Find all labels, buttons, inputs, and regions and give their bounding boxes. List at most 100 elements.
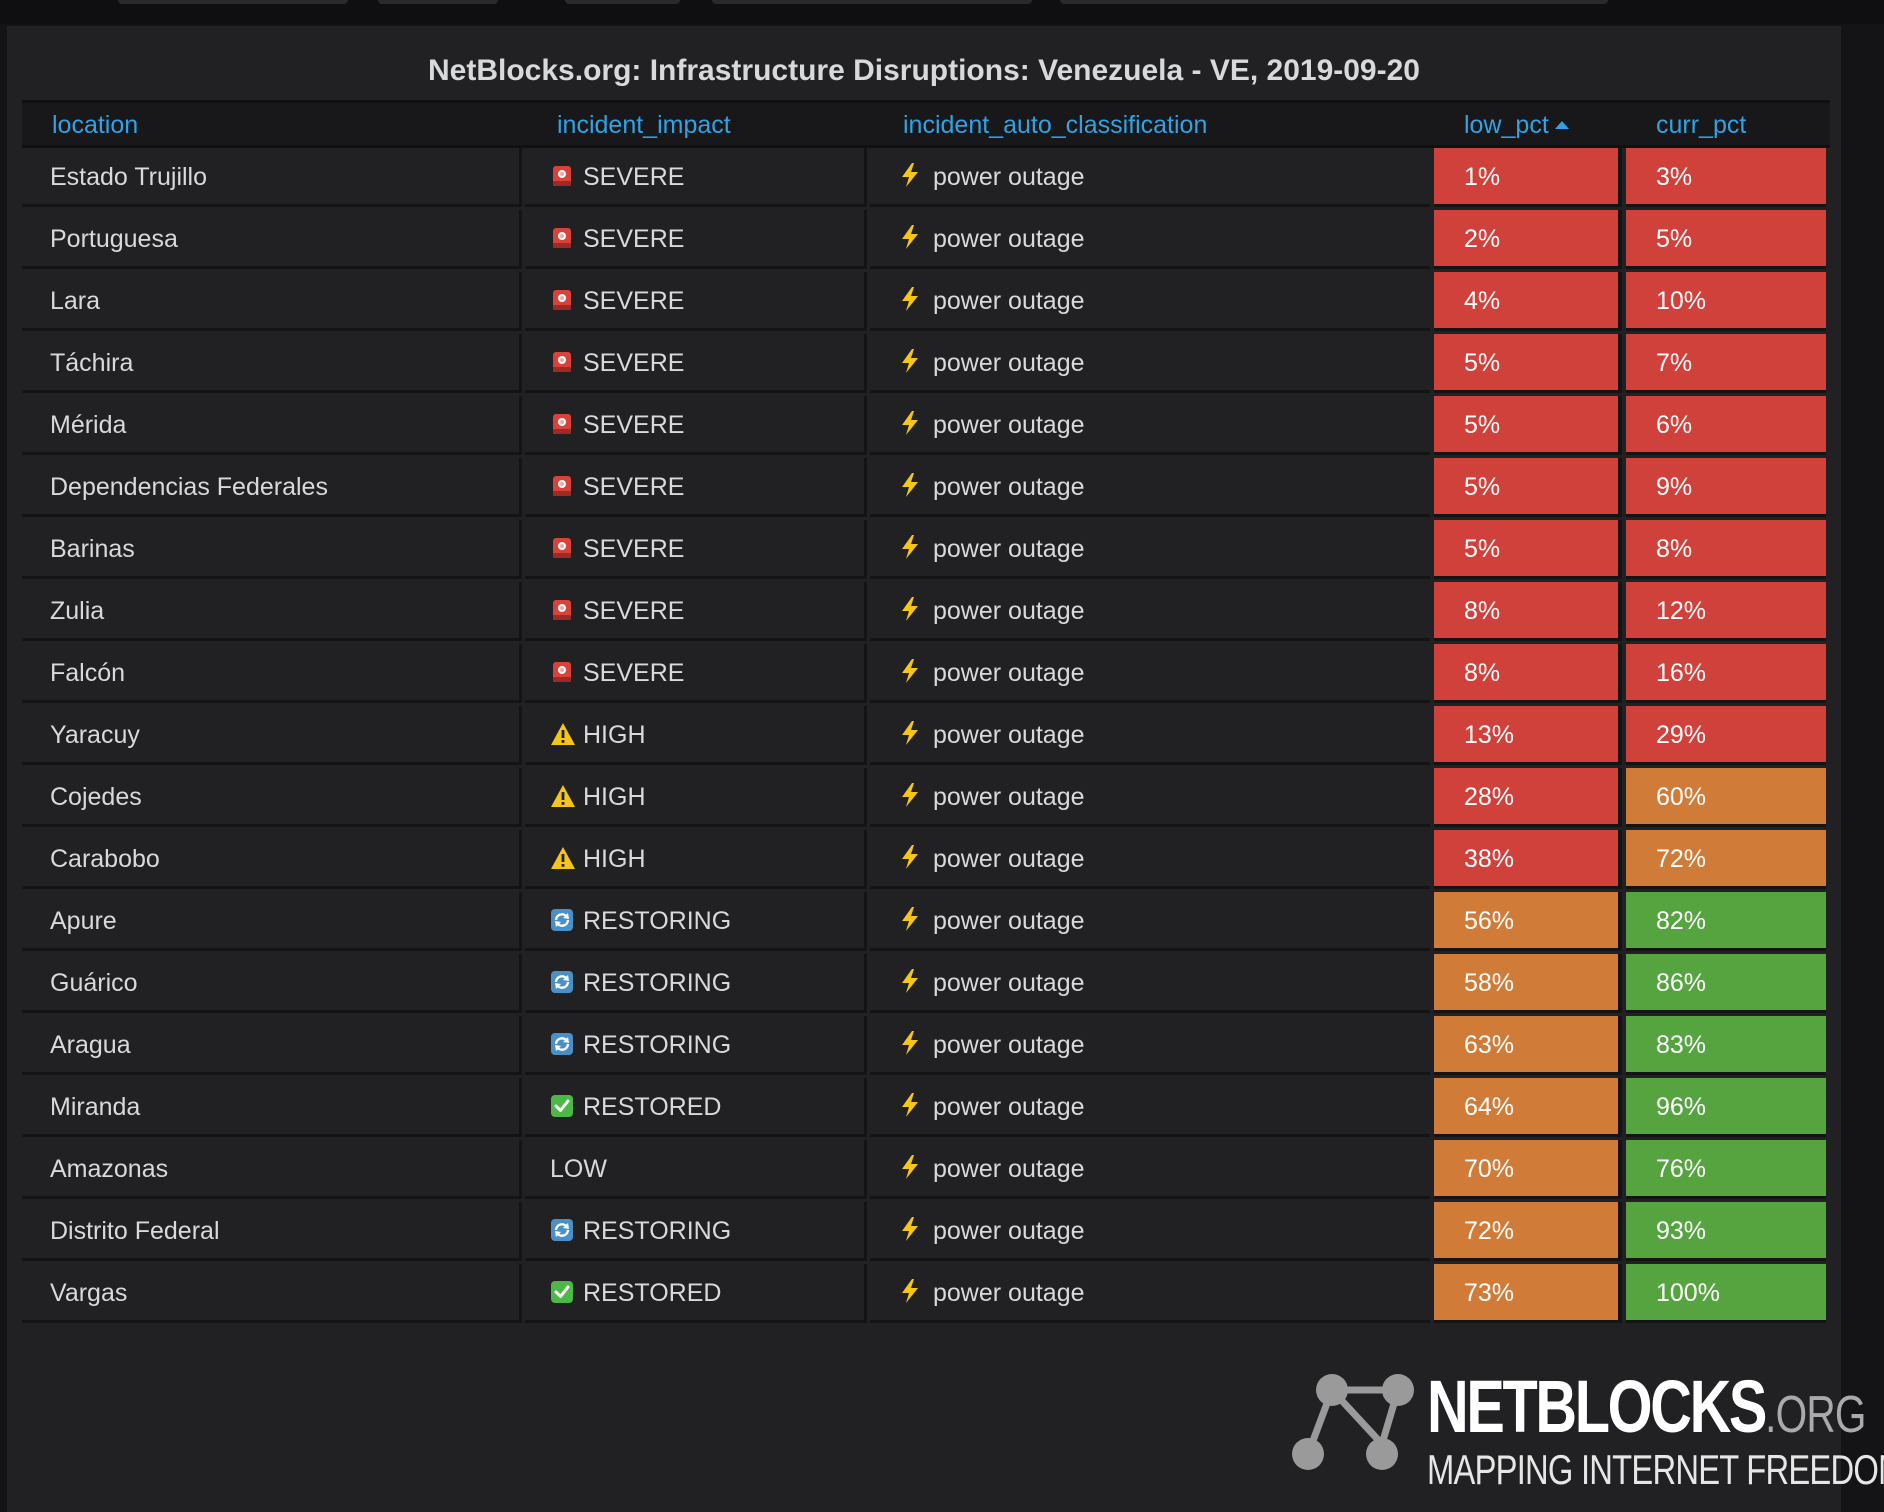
low-pct-value: 13% [1464, 721, 1515, 749]
curr-pct-cell: 5% [1626, 210, 1826, 269]
impact-cell: HIGH [525, 768, 867, 827]
impact-text: HIGH [583, 783, 646, 811]
location-text: Carabobo [50, 845, 160, 873]
classification-cell: power outage [870, 148, 1430, 207]
low-pct-value: 1% [1464, 163, 1501, 191]
location-text: Táchira [50, 349, 134, 377]
curr-pct-value: 72% [1656, 845, 1707, 873]
lightning-bolt-icon [900, 782, 924, 807]
location-text: Portuguesa [50, 225, 178, 253]
low-pct-value: 58% [1464, 969, 1515, 997]
curr-pct-cell: 82% [1626, 892, 1826, 951]
classification-text: power outage [933, 473, 1085, 501]
curr-pct-value: 86% [1656, 969, 1707, 997]
curr-pct-cell: 3% [1626, 148, 1826, 207]
classification-cell: power outage [870, 1140, 1430, 1199]
impact-text: SEVERE [583, 287, 685, 315]
classification-text: power outage [933, 783, 1085, 811]
refresh-icon [550, 1218, 574, 1242]
impact-cell: SEVERE [525, 272, 867, 331]
lightning-bolt-icon [900, 1154, 924, 1179]
classification-cell: power outage [870, 1078, 1430, 1137]
location-text: Falcón [50, 659, 126, 687]
classification-text: power outage [933, 1217, 1085, 1245]
location-cell: Miranda [22, 1078, 522, 1137]
top-tab[interactable] [565, 0, 680, 4]
siren-icon [550, 598, 574, 622]
siren-icon [550, 412, 574, 436]
warning-icon [550, 846, 575, 870]
lightning-bolt-icon [900, 658, 924, 683]
table-row: Vargas RESTORED power outage 73% 100% [22, 1264, 1830, 1326]
table-row: Zulia SEVERE power outage 8% 12% [22, 582, 1830, 644]
siren-icon [550, 660, 574, 684]
column-header-location[interactable]: location [52, 103, 138, 145]
column-header-curr-pct[interactable]: curr_pct [1656, 103, 1746, 145]
top-tab[interactable] [1060, 0, 1608, 4]
impact-cell: RESTORING [525, 954, 867, 1013]
location-cell: Dependencias Federales [22, 458, 522, 517]
lightning-bolt-icon [900, 534, 924, 559]
curr-pct-cell: 83% [1626, 1016, 1826, 1075]
top-tab[interactable] [712, 0, 1032, 4]
impact-text: RESTORING [583, 969, 732, 997]
classification-text: power outage [933, 1155, 1085, 1183]
location-text: Distrito Federal [50, 1217, 220, 1245]
location-cell: Distrito Federal [22, 1202, 522, 1261]
location-cell: Aragua [22, 1016, 522, 1075]
curr-pct-value: 5% [1656, 225, 1693, 253]
impact-text: RESTORING [583, 907, 732, 935]
location-text: Zulia [50, 597, 105, 625]
curr-pct-cell: 93% [1626, 1202, 1826, 1261]
curr-pct-cell: 96% [1626, 1078, 1826, 1137]
column-header-incident-impact[interactable]: incident_impact [557, 103, 731, 145]
lightning-bolt-icon [900, 844, 924, 869]
low-pct-value: 56% [1464, 907, 1515, 935]
location-cell: Zulia [22, 582, 522, 641]
impact-text: SEVERE [583, 535, 685, 563]
impact-text: SEVERE [583, 163, 685, 191]
location-cell: Vargas [22, 1264, 522, 1323]
curr-pct-value: 6% [1656, 411, 1693, 439]
impact-text: HIGH [583, 721, 646, 749]
location-cell: Guárico [22, 954, 522, 1013]
panel-title[interactable]: NetBlocks.org: Infrastructure Disruption… [7, 54, 1841, 88]
impact-cell: LOW [525, 1140, 867, 1199]
impact-text: SEVERE [583, 225, 685, 253]
curr-pct-value: 8% [1656, 535, 1693, 563]
classification-text: power outage [933, 287, 1085, 315]
curr-pct-value: 10% [1656, 287, 1707, 315]
location-cell: Táchira [22, 334, 522, 393]
table-row: Dependencias Federales SEVERE power outa… [22, 458, 1830, 520]
low-pct-value: 5% [1464, 473, 1501, 501]
refresh-icon [550, 1032, 574, 1056]
lightning-bolt-icon [900, 720, 924, 745]
curr-pct-cell: 10% [1626, 272, 1826, 331]
curr-pct-value: 83% [1656, 1031, 1707, 1059]
classification-cell: power outage [870, 706, 1430, 765]
location-text: Cojedes [50, 783, 142, 811]
lightning-bolt-icon [900, 906, 924, 931]
siren-icon [550, 350, 574, 374]
low-pct-cell: 5% [1434, 458, 1622, 517]
low-pct-value: 4% [1464, 287, 1501, 315]
table-row: Yaracuy HIGH power outage 13% 29% [22, 706, 1830, 768]
classification-text: power outage [933, 1031, 1085, 1059]
top-tab[interactable] [378, 0, 498, 4]
lightning-bolt-icon [900, 596, 924, 621]
column-header-low-pct[interactable]: low_pct [1464, 103, 1569, 145]
siren-icon [550, 226, 574, 250]
classification-cell: power outage [870, 1016, 1430, 1075]
low-pct-cell: 5% [1434, 334, 1622, 393]
column-header-incident-auto-classification[interactable]: incident_auto_classification [903, 103, 1207, 145]
classification-text: power outage [933, 969, 1085, 997]
top-tab[interactable] [118, 0, 348, 4]
table-row: Apure RESTORING power outage 56% 82% [22, 892, 1830, 954]
location-text: Barinas [50, 535, 135, 563]
low-pct-cell: 2% [1434, 210, 1622, 269]
classification-cell: power outage [870, 830, 1430, 889]
impact-text: HIGH [583, 845, 646, 873]
warning-icon [550, 784, 575, 808]
location-text: Vargas [50, 1279, 128, 1307]
lightning-bolt-icon [900, 1092, 924, 1117]
